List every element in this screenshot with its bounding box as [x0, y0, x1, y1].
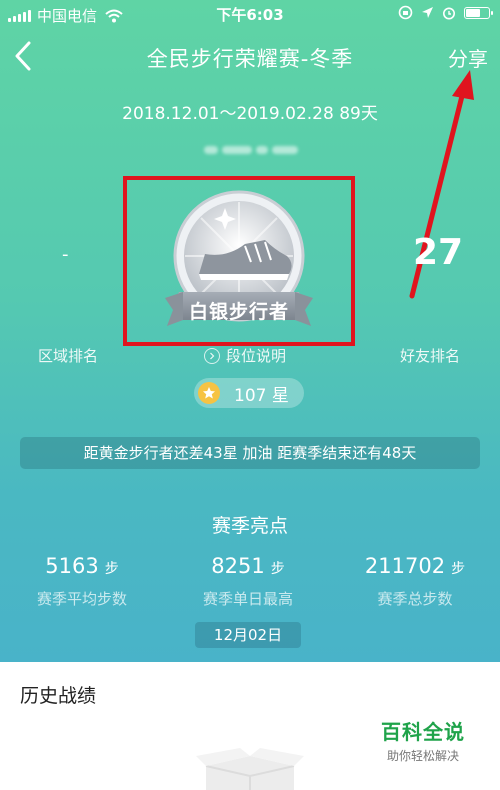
empty-box-icon	[196, 748, 304, 790]
stat-unit: 步	[104, 561, 119, 577]
watermark-main: 百科全说	[381, 720, 465, 744]
stat-value: 211702	[364, 554, 446, 578]
watermark-logo: 百科全说 助你轻松解决	[368, 716, 478, 764]
friends-rank-value: 27	[413, 232, 464, 273]
blurred-username	[196, 139, 306, 161]
friends-rank-label[interactable]: 好友排名	[400, 345, 460, 366]
stat-average-steps: 5163 步 赛季平均步数	[22, 554, 142, 609]
badge-title: 白银步行者	[188, 301, 289, 323]
status-bar: 中国电信 下午6:03	[0, 0, 500, 26]
region-rank-label[interactable]: 区域排名	[38, 345, 98, 366]
stat-caption: 赛季总步数	[377, 590, 453, 608]
star-icon	[198, 382, 220, 404]
level-info-label: 段位说明	[226, 347, 287, 365]
stat-caption: 赛季单日最高	[202, 590, 293, 608]
level-info-link[interactable]: 段位说明	[204, 345, 286, 366]
stat-daily-max: 8251 步 赛季单日最高	[188, 554, 308, 609]
stat-unit: 步	[451, 561, 466, 577]
alarm-icon	[443, 7, 455, 19]
stat-caption: 赛季平均步数	[36, 590, 127, 608]
stat-value: 5163	[45, 554, 99, 578]
season-screen: 中国电信 下午6:03 全民步行荣耀赛-冬季 分享 2018.12.01～201…	[0, 0, 500, 662]
badge-highlight-frame: 白银步行者	[123, 176, 355, 346]
stat-value: 8251	[211, 554, 265, 578]
season-dates: 2018.12.01～2019.02.28 89天	[122, 104, 378, 124]
chevron-right-icon	[204, 347, 220, 364]
star-count: 107 星	[234, 385, 289, 406]
progress-tip: 距黄金步行者还差43星 加油 距赛季结束还有48天	[20, 437, 480, 469]
stat-unit: 步	[270, 561, 285, 577]
history-title: 历史战绩	[20, 685, 97, 707]
watermark-sub: 助你轻松解决	[386, 749, 459, 763]
rotation-lock-icon	[398, 5, 413, 20]
star-count-pill: 107 星	[194, 378, 304, 408]
max-day-date-chip: 12月02日	[195, 622, 301, 648]
battery-icon	[464, 6, 493, 19]
stat-total-steps: 211702 步 赛季总步数	[355, 554, 475, 609]
region-rank-value: -	[62, 244, 69, 265]
season-highlights-title: 赛季亮点	[211, 515, 288, 537]
location-icon	[422, 7, 433, 18]
